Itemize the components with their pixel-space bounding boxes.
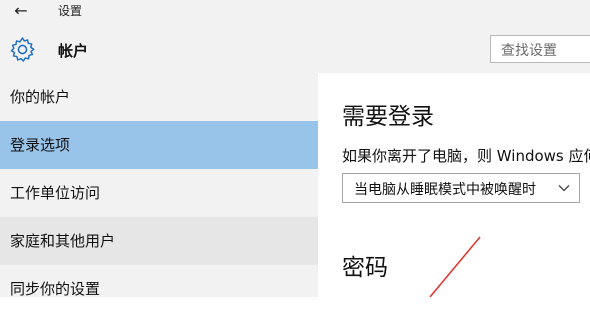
back-arrow-icon[interactable]: ← (10, 1, 32, 23)
page-header: 帐户 查找设置 (0, 28, 590, 73)
sidebar: 你的帐户 登录选项 工作单位访问 家庭和其他用户 同步你的设置 (0, 73, 318, 298)
search-input[interactable]: 查找设置 (490, 35, 590, 63)
title-bar: ← 设置 (0, 0, 590, 28)
main-content: 需要登录 如果你离开了电脑，则 Windows 应何 当电脑从睡眠模式中被唤醒时… (318, 73, 590, 297)
sidebar-item-sync-settings[interactable]: 同步你的设置 (0, 265, 318, 313)
window-title: 设置 (58, 4, 83, 18)
annotation-line (429, 236, 481, 297)
page-title: 帐户 (58, 42, 89, 60)
sidebar-item-family-other-users[interactable]: 家庭和其他用户 (0, 217, 318, 265)
sidebar-item-your-account[interactable]: 你的帐户 (0, 73, 318, 121)
sidebar-item-sign-in-options[interactable]: 登录选项 (0, 121, 318, 169)
gear-icon (10, 37, 35, 62)
sidebar-item-work-access[interactable]: 工作单位访问 (0, 169, 318, 217)
